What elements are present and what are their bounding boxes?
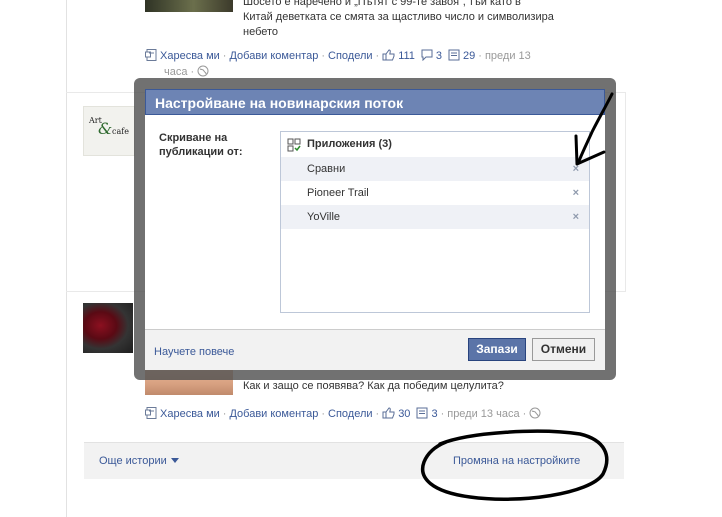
list-item: Сравни × (281, 157, 589, 181)
shares-count[interactable]: 29 (463, 50, 475, 62)
user-avatar[interactable] (83, 303, 133, 353)
apps-icon (287, 138, 301, 152)
post-timestamp-cont[interactable]: часа (164, 66, 187, 78)
post-text-line: небето (243, 26, 279, 38)
post-text-line: Шосето е наречено и „Пътят с 99-те завоя… (243, 0, 521, 8)
hidden-apps-list: Приложения (3) Сравни × Pioneer Trail × … (280, 131, 590, 313)
post-actions: Харесва ми · Добави коментар · Сподели · 30 3 · п… (145, 406, 544, 422)
post-text-line: Китай деветката се смята за щастливо чис… (243, 11, 554, 23)
share-icon (448, 49, 460, 61)
page-icon (145, 49, 157, 61)
feed-right-border (625, 92, 626, 292)
shares-count[interactable]: 3 (431, 408, 437, 420)
remove-icon[interactable]: × (573, 157, 579, 181)
more-stories-button[interactable]: Още истории (99, 455, 179, 467)
globe-icon (197, 65, 209, 77)
apps-group-header: Приложения (3) (281, 132, 589, 157)
add-comment-link[interactable]: Добави коментар (229, 50, 318, 62)
news-feed-settings-dialog: Настройване на новинарския поток Скриван… (145, 89, 605, 370)
comment-icon (421, 49, 433, 61)
like-icon (382, 49, 395, 61)
post-actions: Харесва ми · Добави коментар · Сподели · 111 3 2… (145, 48, 531, 64)
list-item: YoVille × (281, 205, 589, 229)
app-name: Сравни (307, 163, 346, 175)
feed-left-border (66, 0, 67, 517)
dropdown-arrow-icon (170, 458, 179, 463)
page-icon (145, 407, 157, 419)
likes-count[interactable]: 30 (398, 408, 410, 420)
art-cafe-avatar[interactable]: Art & cafe (83, 106, 135, 156)
save-button[interactable]: Запази (468, 338, 526, 361)
like-link[interactable]: Харесва ми (160, 50, 220, 62)
dialog-title: Настройване на новинарския поток (145, 89, 605, 115)
post-text-line: Как и защо се появява? Как да победим це… (243, 380, 504, 392)
globe-icon (529, 407, 541, 419)
more-stories-label: Още истории (99, 455, 167, 467)
dialog-footer: Научете повече Запази Отмени (145, 329, 605, 370)
learn-more-link[interactable]: Научете повече (154, 346, 234, 358)
stories-bar: Още истории Промяна на настройките (84, 442, 624, 479)
comments-count[interactable]: 3 (436, 50, 442, 62)
hide-posts-label: Скриване на публикации от: (159, 132, 243, 158)
like-link[interactable]: Харесва ми (160, 408, 220, 420)
apps-group-title: Приложения (3) (307, 138, 392, 150)
list-item: Pioneer Trail × (281, 181, 589, 205)
share-icon (416, 407, 428, 419)
remove-icon[interactable]: × (573, 205, 579, 229)
post-timestamp[interactable]: преди 13 часа (447, 408, 519, 420)
share-link[interactable]: Сподели (328, 50, 373, 62)
logo-ampersand: & (98, 119, 113, 138)
change-settings-link[interactable]: Промяна на настройките (453, 455, 580, 467)
add-comment-link[interactable]: Добави коментар (229, 408, 318, 420)
likes-count[interactable]: 111 (398, 50, 415, 62)
app-name: YoVille (307, 211, 341, 223)
post-thumbnail[interactable] (145, 0, 233, 12)
remove-icon[interactable]: × (573, 181, 579, 205)
app-name: Pioneer Trail (307, 187, 369, 199)
logo-text: cafe (112, 127, 129, 136)
share-link[interactable]: Сподели (328, 408, 373, 420)
post-timestamp[interactable]: преди 13 (485, 50, 531, 62)
like-icon (382, 407, 395, 419)
cancel-button[interactable]: Отмени (532, 338, 595, 361)
